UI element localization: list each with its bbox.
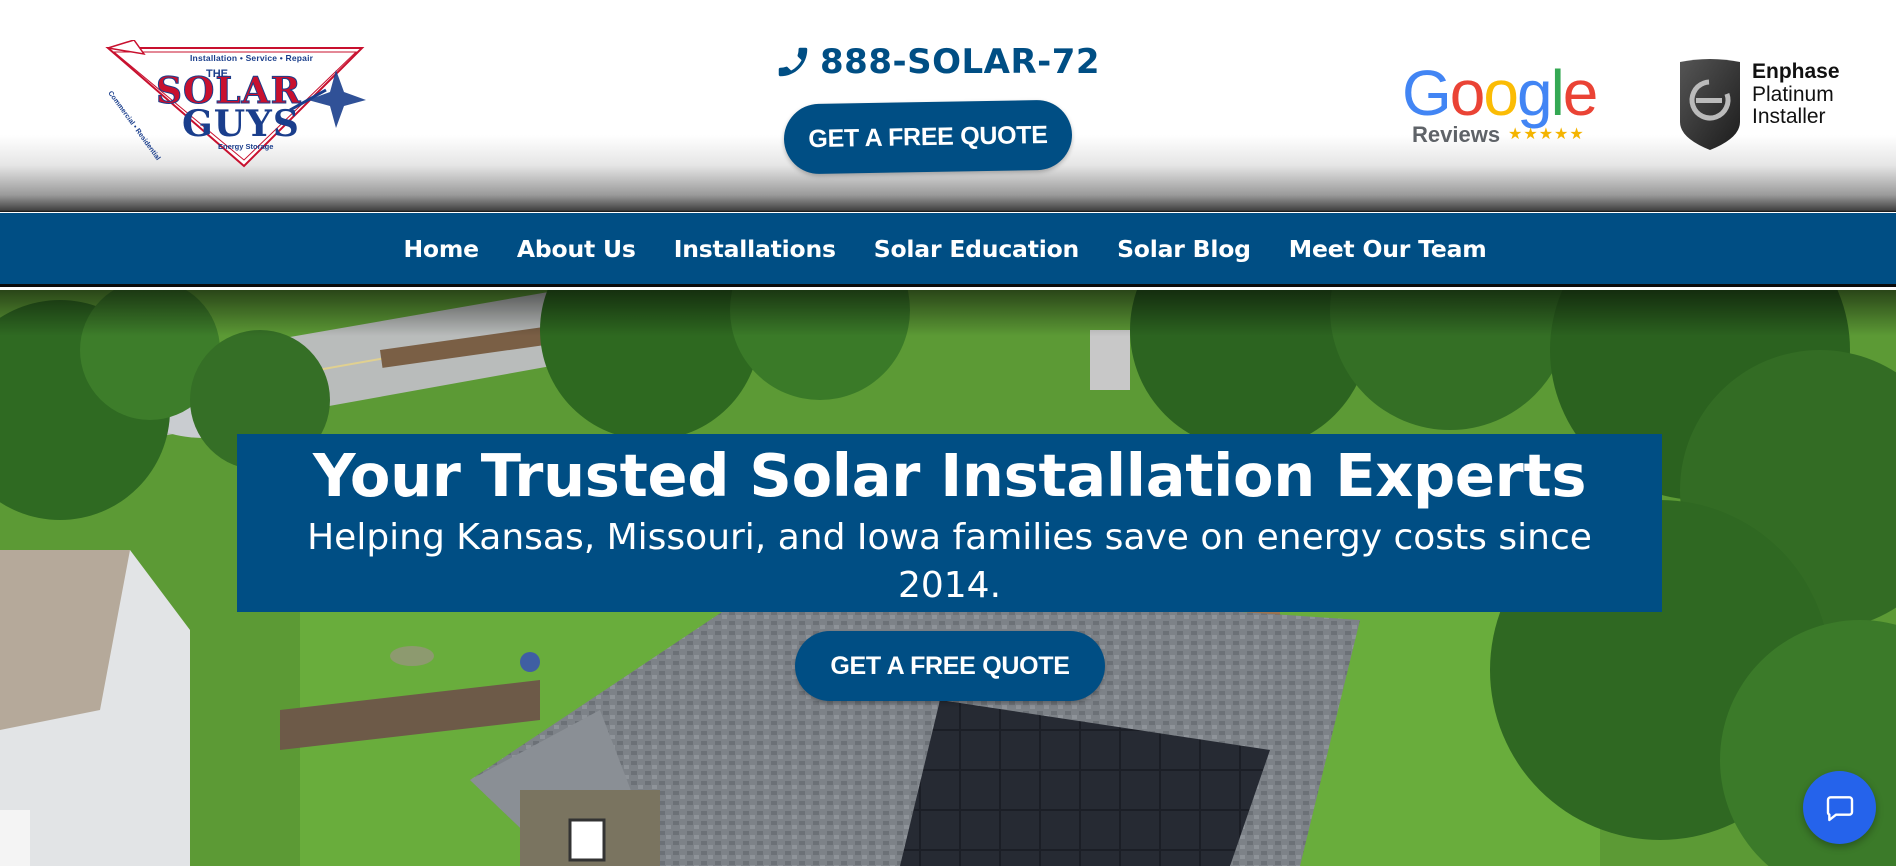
enphase-line-3: Installer — [1752, 105, 1826, 128]
google-reviews-badge[interactable]: Google Reviews ★★★★★ — [1398, 57, 1598, 154]
phone-link[interactable]: 888-SOLAR-72 — [774, 38, 1100, 86]
nav-item-meet-our-team[interactable]: Meet Our Team — [1289, 235, 1487, 263]
hero-title: Your Trusted Solar Installation Experts — [312, 441, 1587, 510]
chat-bubble-icon — [1826, 795, 1853, 821]
nav-item-about-us[interactable]: About Us — [517, 235, 636, 263]
hero-section: Your Trusted Solar Installation Experts … — [0, 290, 1896, 866]
logo-tagline: Installation • Service • Repair — [190, 53, 314, 63]
nav-item-solar-blog[interactable]: Solar Blog — [1117, 235, 1251, 263]
site-header: Installation • Service • Repair THE SOLA… — [0, 0, 1896, 212]
main-navigation: Home About Us Installations Solar Educat… — [0, 213, 1896, 287]
hero-quote-button[interactable]: GET A FREE QUOTE — [795, 631, 1105, 701]
star-rating-icon: ★★★★★ — [1508, 126, 1585, 143]
hero-subtitle: Helping Kansas, Missouri, and Iowa famil… — [307, 517, 1592, 606]
enphase-line-1: Enphase — [1752, 60, 1840, 83]
logo-guys: GUYS — [182, 103, 300, 145]
logo-energy-storage: Energy Storage — [218, 142, 274, 151]
hero-headline-box: Your Trusted Solar Installation Experts … — [237, 434, 1662, 612]
phone-number[interactable]: 888-SOLAR-72 — [820, 42, 1100, 82]
nav-list: Home About Us Installations Solar Educat… — [0, 213, 1896, 284]
nav-item-solar-education[interactable]: Solar Education — [874, 235, 1080, 263]
phone-icon — [778, 47, 808, 77]
enphase-line-2: Platinum — [1752, 83, 1834, 106]
enphase-shield-icon — [1680, 59, 1740, 150]
nav-item-home[interactable]: Home — [403, 235, 479, 263]
google-reviews-label: Reviews — [1412, 122, 1501, 147]
chat-widget-button[interactable] — [1803, 771, 1876, 844]
solar-guys-logo[interactable]: Installation • Service • Repair THE SOLA… — [104, 39, 366, 170]
enphase-badge[interactable]: Enphase Platinum Installer — [1676, 56, 1856, 156]
nav-item-installations[interactable]: Installations — [674, 235, 836, 263]
google-wordmark: Google — [1402, 57, 1598, 129]
header-quote-button[interactable]: GET A FREE QUOTE — [783, 99, 1073, 175]
